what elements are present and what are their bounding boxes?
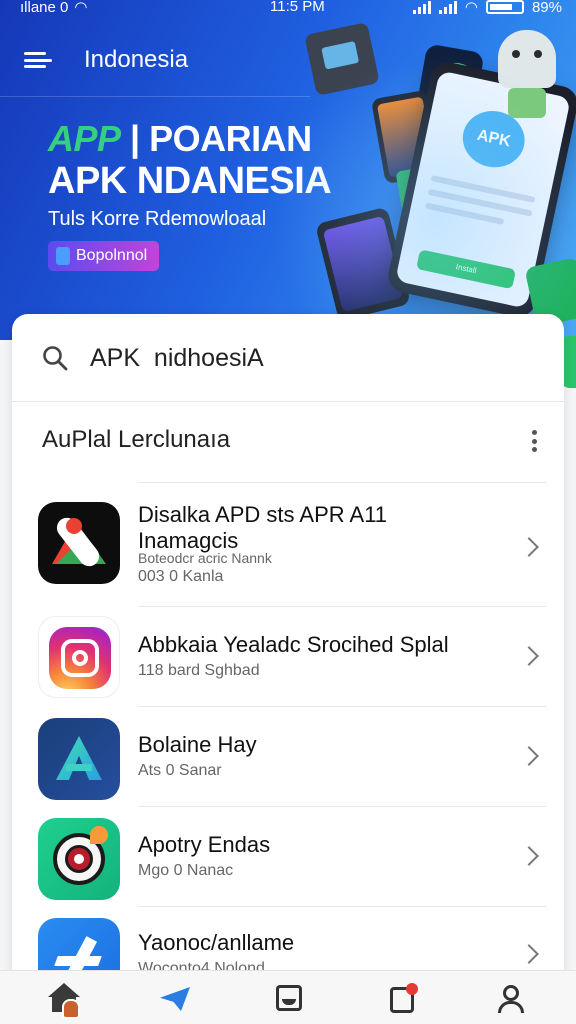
target-icon — [38, 818, 120, 900]
section-title: AuPlal Lerclunaıa — [42, 426, 231, 453]
status-left: ıllane 0 ◠ — [20, 0, 87, 16]
list-item[interactable]: Bolaine Hay Ats 0 Sanar — [12, 706, 564, 806]
app-title: Abbkaia Yealadc Srocihed Splal — [138, 632, 449, 657]
wifi-icon-2: ◠ — [464, 0, 478, 16]
status-time: 11:5 PM — [270, 0, 325, 15]
phone-line — [427, 188, 533, 217]
chevron-right-icon — [519, 646, 539, 666]
maps-icon — [38, 502, 120, 584]
green-tile-illustration-icon — [395, 164, 445, 228]
list-item[interactable]: Disalka APD sts APR A11 Inamagcis Boteod… — [12, 482, 564, 606]
a-logo-icon — [38, 718, 120, 800]
header-divider — [0, 96, 310, 97]
bottom-nav — [0, 970, 576, 1024]
app-subtitle: Ats 0 Sanar — [138, 762, 222, 779]
carrier-label: ıllane 0 — [20, 0, 69, 16]
server-illustration-icon — [304, 22, 380, 96]
send-icon[interactable] — [156, 981, 196, 1017]
app-title: Apotry Endas — [138, 832, 271, 857]
instagram-icon — [38, 616, 120, 698]
chevron-right-icon — [519, 746, 539, 766]
phone-screen: APK Install — [395, 70, 571, 309]
hero-headline: APK NDANESIA — [48, 160, 332, 202]
app-subtitle: Mgo 0 Nanac — [138, 862, 234, 879]
phone-line — [424, 202, 505, 225]
app-title: Bolaine Hay — [138, 732, 257, 757]
phone-install-label: Install — [416, 249, 517, 290]
app-subtitle: 118 bard Sghbad — [138, 662, 260, 679]
hero-subtitle: Tuls Korre Rdemowloaal — [48, 208, 267, 230]
app-title: Yaonoc/anllame — [138, 930, 295, 955]
status-right: ◠ 89% — [412, 0, 562, 16]
app-meta: 003 0 Kanla — [138, 568, 224, 585]
search-input[interactable] — [90, 340, 530, 376]
page-title: Indonesia — [84, 46, 189, 73]
search-results-card: AuPlal Lerclunaıa Disalka APD sts APR A1… — [12, 314, 564, 1000]
app-title: Disalka APD sts APR A11 — [138, 502, 388, 527]
battery-percent: 89% — [531, 0, 562, 16]
app-subtitle: Boteodcr acric Nannk — [138, 550, 272, 566]
phone-illustration-small-2-icon — [315, 206, 411, 322]
list-item[interactable]: Abbkaia Yealadc Srocihed Splal 118 bard … — [12, 606, 564, 706]
chevron-right-icon — [519, 846, 539, 866]
phone-line — [430, 175, 536, 203]
status-bar: ıllane 0 ◠ 11:5 PM ◠ 89% — [0, 0, 576, 18]
more-options-icon[interactable] — [526, 428, 542, 454]
hero-banner: ıllane 0 ◠ 11:5 PM ◠ 89% Indonesia APP |… — [0, 0, 576, 340]
hero-brand-rest: POARIAN — [149, 118, 312, 159]
search-icon[interactable] — [42, 345, 68, 371]
battery-icon — [485, 0, 524, 14]
hero-brand: APP | POARIAN — [48, 118, 312, 160]
signal-icon-2 — [438, 0, 457, 14]
notification-icon[interactable] — [384, 981, 424, 1017]
hero-brand-app: APP — [48, 118, 121, 159]
inbox-icon[interactable] — [270, 981, 310, 1017]
hero-brand-separator: | — [130, 118, 140, 159]
hero-cta-button[interactable]: Bopolnnol — [48, 241, 160, 271]
profile-icon[interactable] — [492, 981, 532, 1017]
list-item[interactable]: Apotry Endas Mgo 0 Nanac — [12, 806, 564, 906]
chevron-right-icon — [519, 537, 539, 557]
signal-icon — [412, 0, 431, 14]
android-robot-icon — [498, 30, 556, 118]
app-tile-illustration-icon — [417, 43, 485, 111]
phone-badge: APK — [457, 105, 530, 173]
phone-illustration-small-icon — [370, 89, 442, 185]
home-icon[interactable] — [44, 981, 84, 1019]
wifi-icon: ◠ — [74, 0, 88, 16]
search-bar — [12, 314, 564, 402]
menu-icon[interactable] — [24, 48, 54, 72]
app-screen: ıllane 0 ◠ 11:5 PM ◠ 89% Indonesia APP |… — [0, 0, 576, 1024]
phone-illustration-icon: APK Install — [385, 58, 576, 321]
top-bar: Indonesia — [0, 38, 576, 82]
chevron-right-icon — [519, 944, 539, 964]
